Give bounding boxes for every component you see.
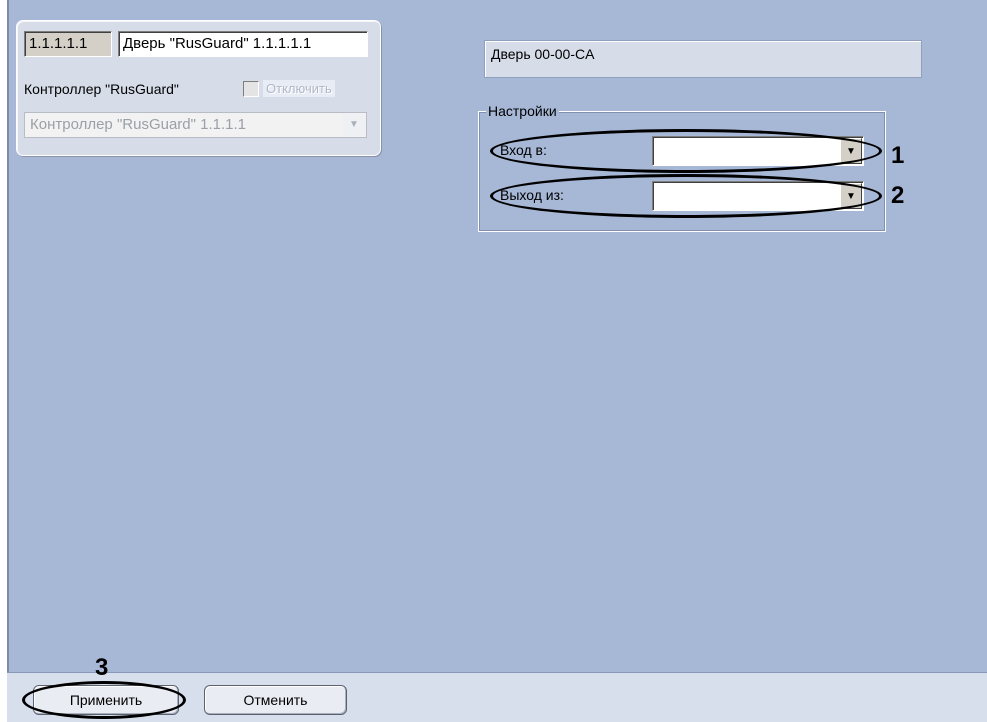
callout-number-1: 1 [891, 142, 905, 169]
chevron-down-icon: ▼ [343, 114, 365, 136]
settings-group [478, 111, 886, 232]
parent-object-select: Контроллер "RusGuard" 1.1.1.1 ▼ [24, 112, 367, 138]
door-name-display: Дверь 00-00-CA [484, 40, 922, 78]
callout-number-3: 3 [95, 654, 109, 681]
callout-number-2: 2 [891, 182, 905, 209]
exit-zone-select[interactable]: ▼ [652, 181, 864, 211]
parent-object-select-value: Контроллер "RusGuard" 1.1.1.1 [30, 116, 246, 133]
object-id-field[interactable]: 1.1.1.1.1 [24, 31, 112, 57]
parent-object-label: Контроллер "RusGuard" [24, 81, 179, 97]
entry-zone-select[interactable]: ▼ [652, 136, 864, 166]
settings-group-title: Настройки [486, 103, 559, 119]
exit-zone-label: Выход из: [500, 187, 564, 203]
chevron-down-icon[interactable]: ▼ [840, 138, 862, 164]
cancel-button[interactable]: Отменить [204, 685, 347, 715]
disable-checkbox-label: Отключить [263, 80, 335, 97]
disable-checkbox[interactable] [243, 81, 259, 97]
apply-button[interactable]: Применить [33, 685, 179, 715]
entry-zone-label: Вход в: [500, 142, 547, 158]
object-name-field[interactable]: Дверь "RusGuard" 1.1.1.1.1 [118, 31, 368, 57]
chevron-down-icon[interactable]: ▼ [840, 183, 862, 209]
